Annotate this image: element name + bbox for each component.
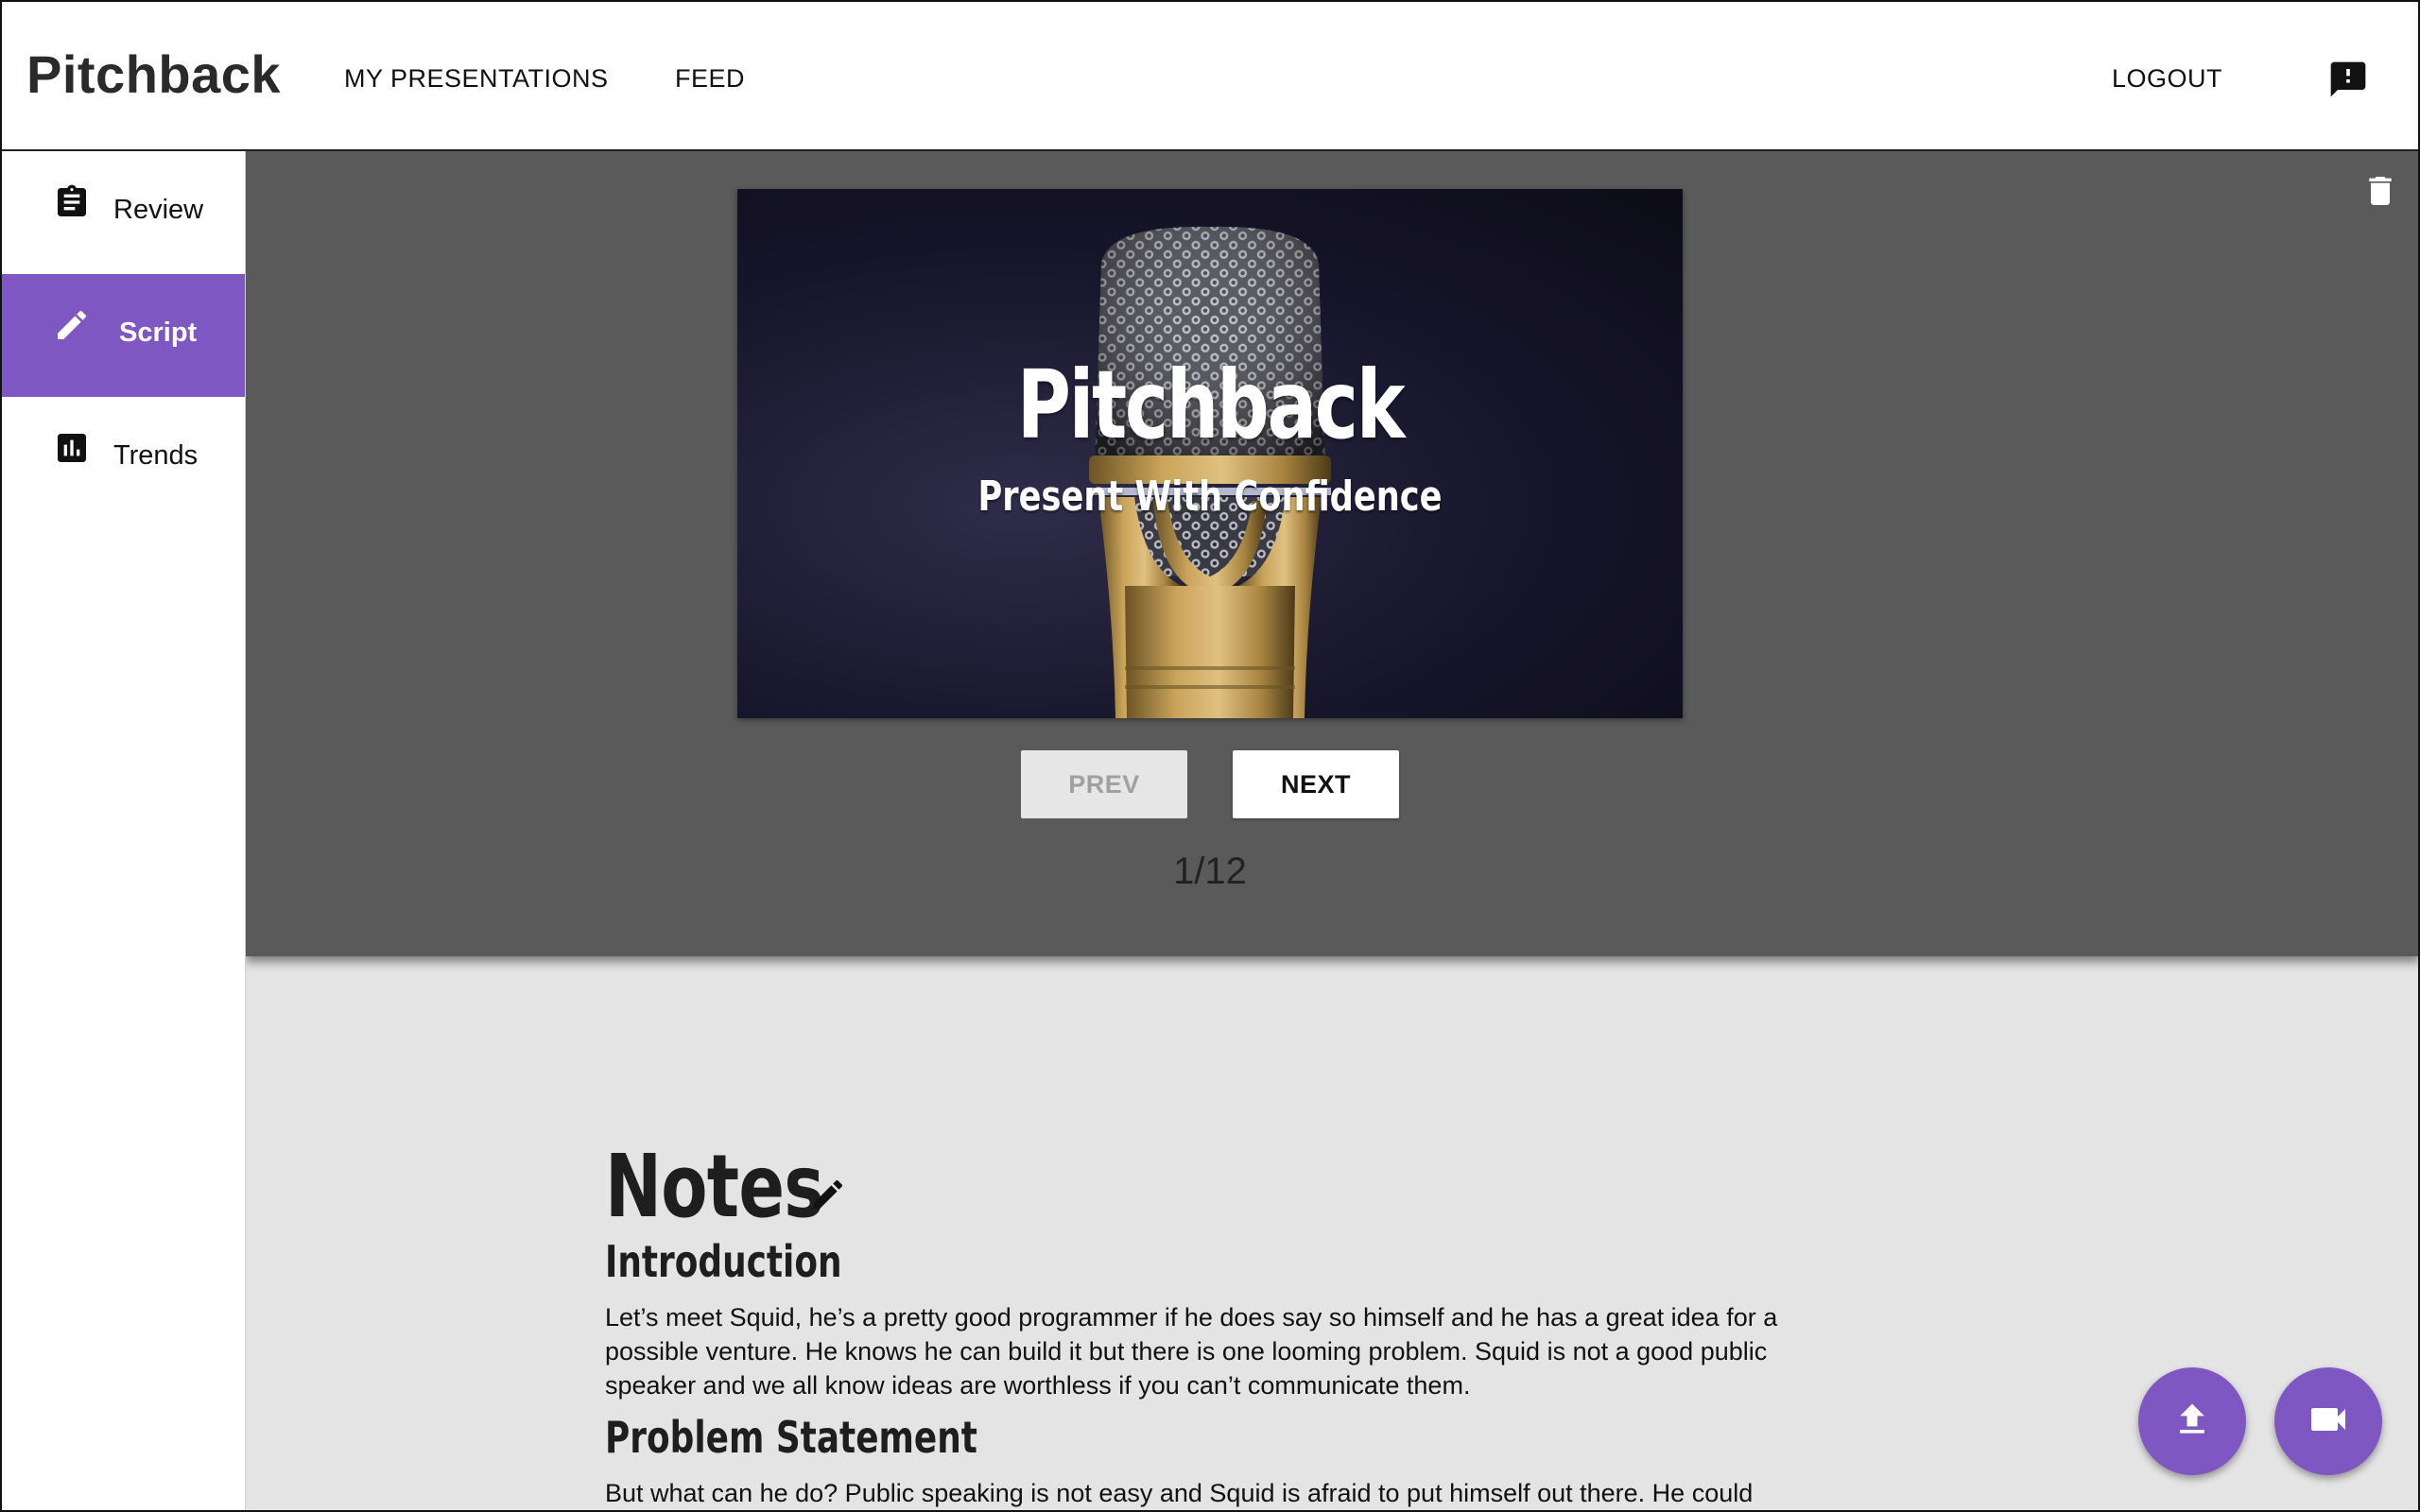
slide-subtitle: Present With Confidence [977, 472, 1443, 521]
videocam-icon [2306, 1397, 2351, 1447]
slide-title: Pitchback [1016, 350, 1406, 460]
sidebar-item-label: Review [113, 195, 204, 225]
nav-feed[interactable]: FEED [675, 64, 745, 94]
app-logo[interactable]: Pitchback [26, 43, 281, 105]
notes-title: Notes [605, 1136, 824, 1237]
sidebar-item-trends[interactable]: Trends [2, 397, 245, 520]
pencil-icon[interactable] [809, 1176, 847, 1213]
upload-button[interactable] [2138, 1367, 2246, 1475]
prev-button[interactable]: PREV [1021, 750, 1187, 818]
sidebar-item-review[interactable]: Review [2, 151, 245, 274]
section-body: But what can he do? Public speaking is n… [605, 1479, 1754, 1507]
sidebar-item-script[interactable]: Script [2, 274, 245, 397]
nav-my-presentations[interactable]: MY PRESENTATIONS [344, 64, 609, 94]
upload-icon [2171, 1399, 2213, 1445]
slide-preview: Pitchback Present With Confidence [737, 189, 1683, 718]
section-heading: Problem Statement [605, 1412, 977, 1463]
sidebar: Review Script Trends [0, 151, 246, 1512]
sidebar-item-label: Trends [113, 440, 199, 471]
slide-counter: 1/12 [1173, 850, 1247, 892]
trash-icon[interactable] [2361, 170, 2399, 212]
feedback-icon[interactable] [2327, 59, 2369, 100]
next-button[interactable]: NEXT [1233, 750, 1399, 818]
record-video-button[interactable] [2274, 1367, 2382, 1475]
sidebar-item-label: Script [119, 318, 198, 348]
bar-chart-icon [53, 429, 91, 467]
pencil-icon [53, 306, 91, 344]
slide-viewer: Pitchback Present With Confidence PREV N… [246, 151, 2420, 956]
section-heading: Introduction [605, 1236, 842, 1287]
top-app-bar: Pitchback MY PRESENTATIONS FEED LOGOUT [0, 0, 2420, 151]
clipboard-icon [53, 183, 91, 221]
logout-button[interactable]: LOGOUT [2112, 64, 2222, 94]
section-body: Let’s meet Squid, he’s a pretty good pro… [605, 1303, 1778, 1400]
notes-section: Notes Introduction Let’s meet Squid, he’… [246, 956, 2420, 1512]
